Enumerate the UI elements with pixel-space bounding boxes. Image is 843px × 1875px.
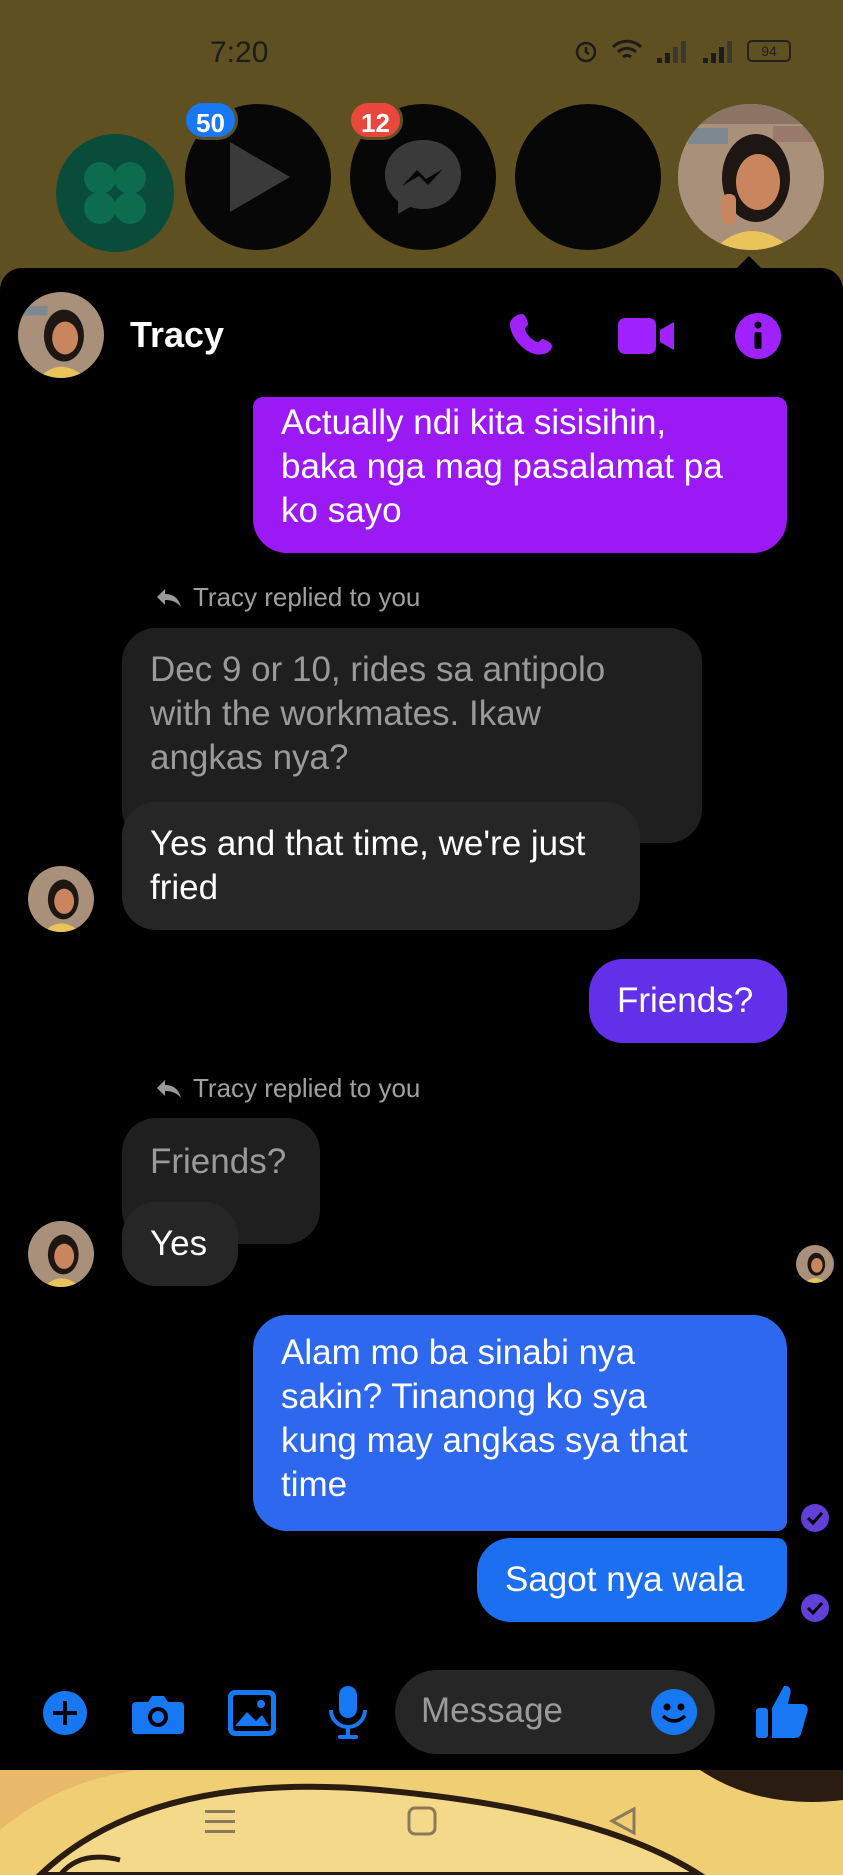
- app-head-green[interactable]: [56, 134, 174, 252]
- emoji-icon[interactable]: [650, 1688, 698, 1741]
- message-bubble-incoming[interactable]: Yes: [122, 1202, 238, 1286]
- sender-avatar: [28, 866, 94, 932]
- reply-arrow-icon: [157, 588, 181, 607]
- reply-arrow-icon: [157, 1079, 181, 1098]
- status-icons: 94: [573, 38, 791, 64]
- message-bubble-outgoing[interactable]: Friends?: [589, 959, 787, 1043]
- message-field[interactable]: [395, 1670, 715, 1754]
- unread-badge: 50: [183, 100, 238, 140]
- message-bubble-outgoing[interactable]: Actually ndi kita sisisihin, baka nga ma…: [253, 397, 787, 553]
- message-bubble-incoming[interactable]: Yes and that time, we're just fried: [122, 802, 640, 930]
- camera-icon[interactable]: [132, 1692, 184, 1741]
- thumbs-up-icon[interactable]: [756, 1682, 808, 1745]
- reply-indicator: Tracy replied to you: [155, 582, 420, 613]
- system-nav-bar: [0, 1770, 843, 1875]
- contact-avatar[interactable]: [18, 292, 104, 378]
- status-bar: 7:20 94: [0, 0, 843, 105]
- home-button[interactable]: [407, 1806, 437, 1841]
- avatar: [678, 104, 824, 250]
- chat-head-tracy[interactable]: [678, 104, 824, 250]
- reply-indicator: Tracy replied to you: [155, 1073, 420, 1104]
- sender-avatar: [28, 1221, 94, 1287]
- signal-icon: [703, 41, 732, 63]
- reply-label: Tracy replied to you: [193, 1073, 421, 1103]
- plus-icon[interactable]: [42, 1690, 88, 1741]
- message-input[interactable]: [421, 1688, 621, 1734]
- contact-name[interactable]: Tracy: [130, 314, 224, 356]
- status-time: 7:20: [210, 36, 269, 69]
- chat-heads-row: 50 12: [0, 100, 843, 270]
- phone-icon[interactable]: [510, 310, 558, 363]
- app-head-dark[interactable]: [515, 104, 661, 250]
- message-bubble-outgoing[interactable]: Alam mo ba sinabi nya sakin? Tinanong ko…: [253, 1315, 787, 1531]
- sent-check-icon: [801, 1594, 829, 1622]
- recents-button[interactable]: [205, 1808, 235, 1841]
- alarm-icon: [575, 41, 597, 63]
- battery-indicator: 94: [747, 40, 791, 62]
- video-call-icon[interactable]: [618, 318, 674, 359]
- info-icon[interactable]: [734, 312, 782, 365]
- mic-icon[interactable]: [328, 1686, 368, 1745]
- seen-avatar: [796, 1245, 834, 1283]
- sent-check-icon: [801, 1504, 829, 1532]
- avatar-image: [18, 292, 104, 378]
- back-button[interactable]: [608, 1806, 638, 1841]
- unread-badge: 12: [348, 100, 403, 140]
- signal-icon: [657, 41, 686, 63]
- grid-icon: [84, 162, 146, 224]
- wifi-icon: [611, 39, 643, 59]
- gallery-icon[interactable]: [228, 1690, 276, 1741]
- message-bubble-outgoing[interactable]: Sagot nya wala: [477, 1538, 787, 1622]
- reply-label: Tracy replied to you: [193, 582, 421, 612]
